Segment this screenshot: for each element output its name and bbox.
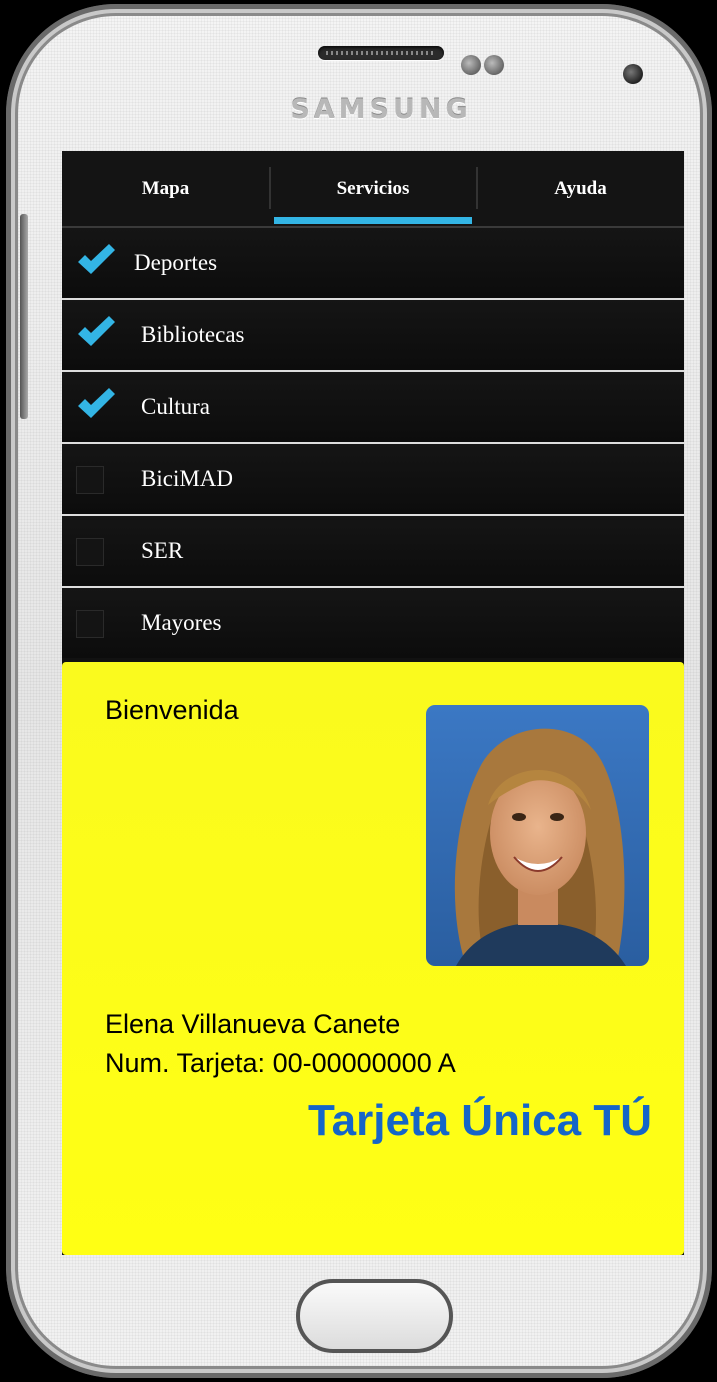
card-brand-title: Tarjeta Única TÚ <box>308 1096 652 1145</box>
checkbox[interactable] <box>76 538 104 566</box>
front-camera-icon <box>623 64 643 84</box>
tab-ayuda[interactable]: Ayuda <box>477 151 684 226</box>
light-sensor <box>484 55 504 75</box>
service-label: Mayores <box>141 610 222 635</box>
service-item-cultura[interactable]: Cultura <box>62 372 684 444</box>
service-label: Bibliotecas <box>141 322 245 347</box>
avatar-portrait-icon <box>426 705 649 966</box>
proximity-sensor <box>461 55 481 75</box>
service-label: Deportes <box>134 250 218 275</box>
service-label: BiciMAD <box>141 466 233 491</box>
tab-mapa[interactable]: Mapa <box>62 151 269 226</box>
service-label: SER <box>141 538 184 563</box>
home-button[interactable] <box>296 1279 453 1353</box>
user-photo <box>426 705 649 966</box>
greeting-text: Bienvenida <box>105 695 239 725</box>
volume-button <box>20 214 28 419</box>
earpiece-speaker <box>318 46 444 60</box>
selected-tab-indicator <box>274 217 472 224</box>
checkmark-icon[interactable] <box>76 242 116 278</box>
checkbox[interactable] <box>76 466 104 494</box>
checkbox[interactable] <box>76 610 104 638</box>
service-item-deportes[interactable]: Deportes <box>62 228 684 300</box>
service-item-ser[interactable]: SER <box>62 516 684 588</box>
service-item-bibliotecas[interactable]: Bibliotecas <box>62 300 684 372</box>
checkmark-icon[interactable] <box>76 386 116 422</box>
service-item-bicimad[interactable]: BiciMAD <box>62 444 684 516</box>
services-list: Deportes Bibliotecas Cultura BiciMAD SER… <box>62 228 684 658</box>
service-item-mayores[interactable]: Mayores <box>62 588 684 658</box>
user-card: Bienvenida Elena Villanueva Canete Num. … <box>62 662 684 1255</box>
device-brand-logo: SAMSUNG <box>290 94 472 125</box>
checkmark-icon[interactable] <box>76 314 116 350</box>
card-number: Num. Tarjeta: 00-00000000 A <box>105 1048 456 1078</box>
app-screen: Mapa Servicios Ayuda Deportes Biblioteca… <box>62 151 684 1255</box>
user-name: Elena Villanueva Canete <box>105 1009 401 1039</box>
service-label: Cultura <box>141 394 210 419</box>
tab-bar: Mapa Servicios Ayuda <box>62 151 684 228</box>
tab-servicios[interactable]: Servicios <box>269 151 477 226</box>
phone-frame: SAMSUNG Mapa Servicios Ayuda Deportes Bi… <box>6 4 712 1378</box>
